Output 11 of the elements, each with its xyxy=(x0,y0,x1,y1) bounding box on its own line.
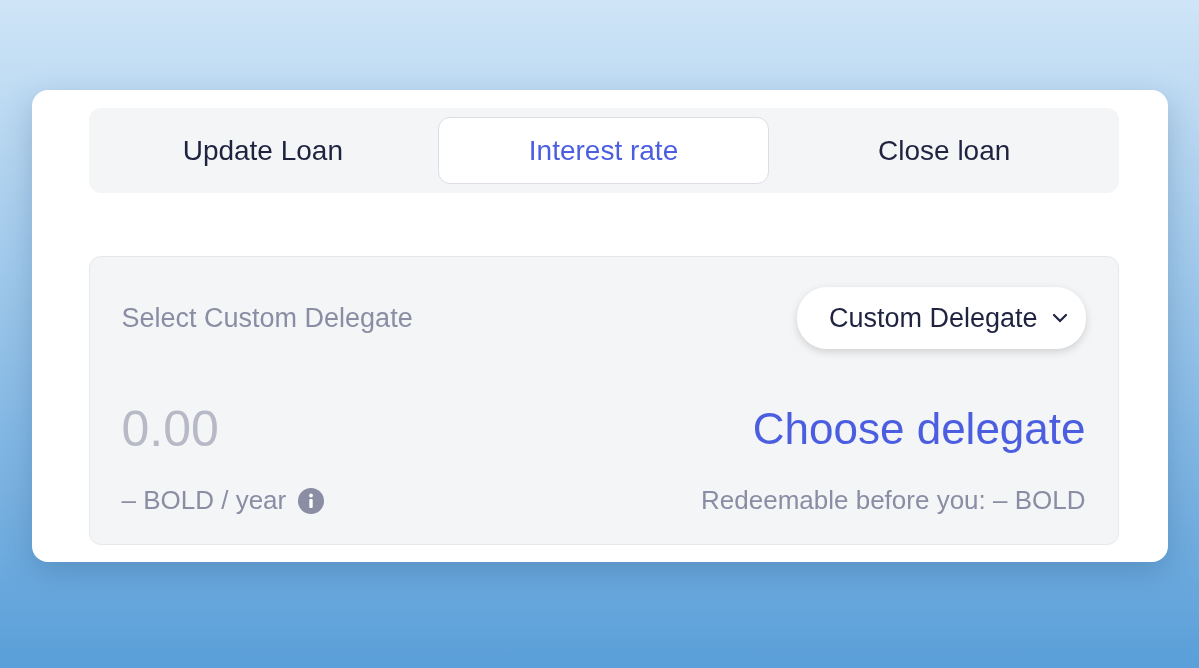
tab[interactable]: Interest rate xyxy=(438,117,769,184)
tab[interactable]: Close loan xyxy=(778,117,1110,184)
tab[interactable]: Update Loan xyxy=(97,117,429,184)
choose-delegate-link[interactable]: Choose delegate xyxy=(752,404,1086,454)
rate-note: – BOLD / year xyxy=(121,485,287,516)
chevron-down-icon xyxy=(1051,313,1068,323)
delegate-dropdown[interactable]: Custom Delegate xyxy=(796,287,1086,349)
field-label: Select Custom Delegate xyxy=(121,302,413,334)
redeemable-note: Redeemable before you: – BOLD xyxy=(701,485,1086,516)
info-icon[interactable] xyxy=(298,487,325,514)
amount-field[interactable]: 0.00 xyxy=(121,400,422,458)
